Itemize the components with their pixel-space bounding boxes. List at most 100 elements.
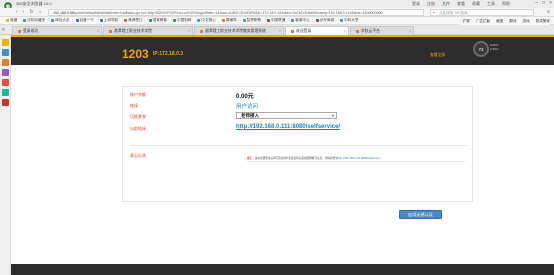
screenshot-button[interactable]: 截图 bbox=[496, 19, 503, 24]
divider bbox=[130, 145, 467, 146]
bookmark-icon bbox=[75, 19, 79, 22]
bookmark-item[interactable]: 微博签订 bbox=[124, 18, 143, 23]
ip-address: IP:172.18.0.3 bbox=[153, 51, 184, 57]
bookmark-item[interactable]: 手机收藏夹 bbox=[23, 18, 45, 23]
menu-tools[interactable]: 工具 bbox=[487, 1, 495, 7]
self-service-link[interactable]: http://192.168.0.111:8080/selfservice/ bbox=[236, 124, 340, 130]
menu-view[interactable]: 查看 bbox=[457, 1, 465, 7]
bookmark-icon bbox=[124, 19, 128, 22]
favorites-icon[interactable] bbox=[2, 39, 9, 46]
enable-sso-button[interactable]: 启用无感认证 bbox=[399, 210, 442, 219]
url-path: /portal/default/whitelist/index?callback… bbox=[73, 11, 383, 15]
url-field[interactable]: 192.168.0.68/portal/default/whitelist/in… bbox=[48, 9, 424, 16]
video-icon[interactable] bbox=[2, 79, 9, 86]
bookmark-item[interactable]: 中科大学 bbox=[340, 18, 358, 23]
menu-help[interactable]: 帮助 bbox=[502, 1, 510, 7]
tab-cloud-platform[interactable]: 学校云平台 × bbox=[350, 26, 414, 35]
tab-login-success[interactable]: 登录成功 × bbox=[12, 26, 102, 35]
feedback-label[interactable]: 意见反馈 bbox=[130, 153, 146, 159]
games-button[interactable]: 游戏 bbox=[522, 19, 529, 24]
home-icon[interactable]: ⌂ bbox=[39, 9, 42, 15]
page-favicon-icon bbox=[200, 29, 203, 33]
tools-icon[interactable] bbox=[2, 89, 9, 96]
notice-link[interactable]: http://192.168.0.111:8080/selfservice bbox=[338, 157, 380, 160]
tab-close-icon[interactable]: × bbox=[188, 27, 190, 35]
address-bar: ‹ › ↻ ⌂ 192.168.0.68/portal/default/whit… bbox=[0, 8, 554, 17]
header-view-all-link[interactable]: 查看全部 bbox=[430, 53, 445, 58]
minimize-icon[interactable]: – bbox=[535, 0, 538, 6]
package-select[interactable]: 老师接入 ▾ bbox=[236, 112, 337, 119]
bookmark-icon bbox=[291, 19, 295, 22]
bookmark-item[interactable]: 智慧职教 bbox=[242, 18, 261, 23]
bookmark-item[interactable]: 中文核心 bbox=[197, 18, 216, 23]
history-icon[interactable] bbox=[2, 49, 9, 56]
bookmark-item[interactable]: 百度一下 bbox=[75, 18, 94, 23]
portal-footer bbox=[11, 264, 554, 275]
tab-academic-system[interactable]: 湘潭理工职业技术学院教务管理系统 × bbox=[194, 26, 284, 35]
maximize-icon[interactable]: □ bbox=[542, 0, 545, 6]
back-icon[interactable]: ‹ bbox=[16, 9, 18, 15]
page-favicon-icon bbox=[356, 29, 359, 33]
bookmark-item[interactable]: 上网导航 bbox=[99, 18, 118, 23]
bookmark-icon bbox=[340, 19, 344, 22]
bookmark-item[interactable]: 国家教育 bbox=[148, 18, 167, 23]
menu-file[interactable]: 文件 bbox=[442, 1, 450, 7]
url-host: 192.168.0.68 bbox=[53, 11, 74, 15]
portal-page: 1203 IP:172.18.0.3 查看全部 72 0.0K/s 0.0K/s… bbox=[11, 35, 554, 275]
apps-icon[interactable] bbox=[2, 69, 9, 76]
close-icon[interactable]: × bbox=[549, 0, 552, 6]
login-manager-button[interactable]: 登录管家 bbox=[536, 19, 550, 24]
download-icon[interactable] bbox=[2, 59, 9, 66]
user-access-link[interactable]: 用户访问 bbox=[236, 102, 258, 110]
bookmark-item[interactable]: 客服中心 bbox=[291, 18, 310, 23]
divider bbox=[247, 161, 465, 162]
tab-bar: ≡ 登录成功 × 湘潭理工职业技术学院 × 湘潭理工职业技术学院教务管理系统 × 欢迎… bbox=[0, 25, 554, 35]
adblock-button[interactable]: 广告拦截 bbox=[476, 19, 490, 24]
tab-close-icon[interactable]: × bbox=[97, 27, 99, 35]
star-icon bbox=[6, 19, 9, 22]
self-service-label: 自助链接 bbox=[130, 126, 146, 131]
window-controls: – □ × bbox=[535, 0, 552, 6]
speed-gauge: 72 bbox=[473, 41, 489, 57]
menu-favorites[interactable]: 收藏 bbox=[472, 1, 480, 7]
bookmark-item[interactable]: 猿辅导 bbox=[221, 18, 237, 23]
settings-icon[interactable] bbox=[2, 99, 9, 106]
bookmark-item[interactable]: 网址大全 bbox=[51, 18, 70, 23]
search-icon: ⌕ bbox=[433, 10, 436, 15]
tab-close-icon[interactable]: × bbox=[409, 27, 411, 35]
bookmark-item[interactable]: 收藏 bbox=[6, 18, 17, 23]
notice-text: 提示：请在注册登录后填写您的用户名和密码完善校园网帐号信息，详情请登录http:… bbox=[247, 156, 380, 160]
menu-login[interactable]: 登录 bbox=[412, 1, 420, 7]
tab-school[interactable]: 湘潭理工职业技术学院 × bbox=[103, 26, 193, 35]
balance-value: 0.00元 bbox=[236, 94, 254, 100]
bookmark-icon bbox=[148, 19, 152, 22]
tab-welcome[interactable]: 欢迎登录 × bbox=[285, 26, 349, 35]
extensions-button[interactable]: 扩展 bbox=[463, 19, 470, 24]
translate-button[interactable]: 翻译 bbox=[509, 19, 516, 24]
browser-sidebar bbox=[0, 35, 11, 275]
account-number: 1203 bbox=[122, 47, 149, 61]
browser-menu-icon[interactable]: ≡ bbox=[547, 9, 550, 15]
bookmark-icon bbox=[315, 19, 319, 22]
portal-header: 1203 IP:172.18.0.3 查看全部 72 0.0K/s 0.0K/s bbox=[11, 35, 554, 65]
bookmark-item[interactable]: 京东商城 bbox=[315, 18, 334, 23]
package-selected: 老师接入 bbox=[241, 113, 259, 118]
link-label: 链接 bbox=[130, 103, 138, 108]
search-placeholder: 点此搜索 360搜索 bbox=[439, 11, 468, 15]
forward-icon[interactable]: › bbox=[23, 9, 25, 15]
menu-register[interactable]: 注册 bbox=[427, 1, 435, 7]
chevron-down-icon: ▾ bbox=[331, 113, 334, 118]
tab-close-icon[interactable]: × bbox=[344, 27, 346, 35]
nav-buttons: ‹ › ↻ ⌂ bbox=[16, 9, 42, 15]
search-input[interactable]: ⌕ 点此搜索 360搜索 bbox=[430, 9, 534, 16]
download-speed: 0.0K/s bbox=[490, 47, 499, 51]
tab-close-icon[interactable]: × bbox=[279, 27, 281, 35]
bookmark-icon bbox=[51, 19, 55, 22]
tab-list-icon[interactable]: ≡ bbox=[2, 27, 5, 33]
page-favicon-icon bbox=[291, 29, 294, 33]
refresh-icon[interactable]: ↻ bbox=[29, 9, 33, 15]
bookmark-item[interactable]: 中国知网 bbox=[173, 18, 191, 23]
notice-hint: 提示： bbox=[247, 157, 255, 160]
balance-label: 账户余额 bbox=[130, 92, 146, 97]
bookmark-item[interactable]: 中国联通 bbox=[266, 18, 285, 23]
